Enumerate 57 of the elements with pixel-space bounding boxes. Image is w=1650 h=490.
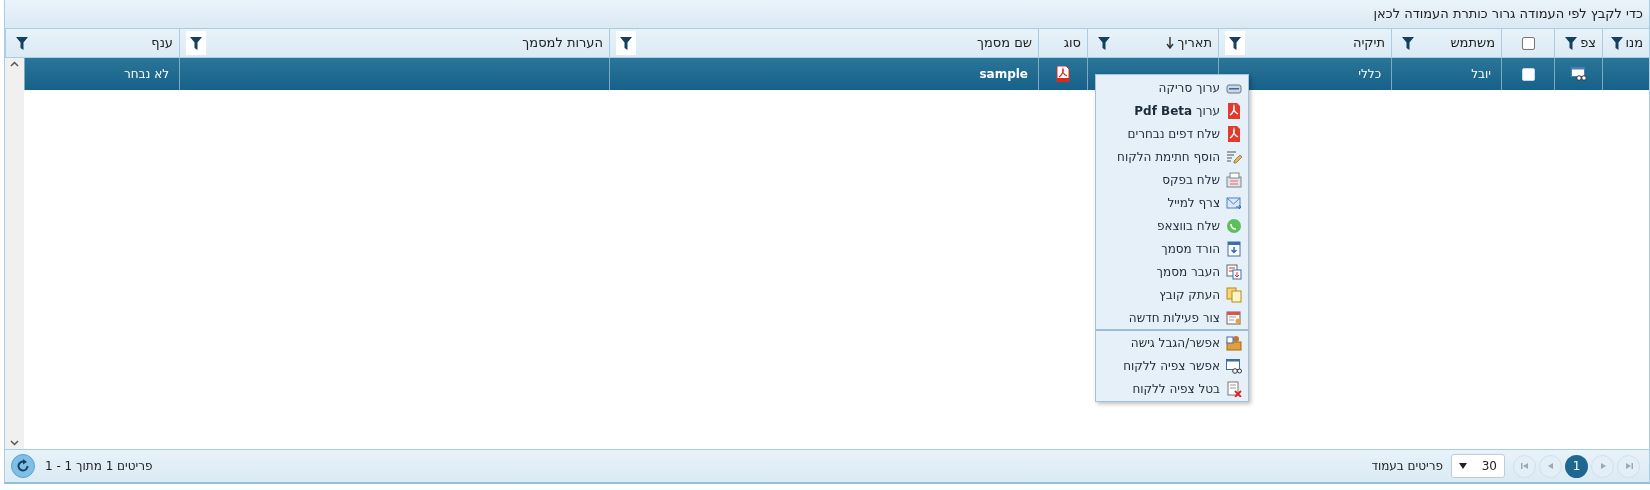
- column-header[interactable]: צפ: [1580, 33, 1596, 53]
- column-header[interactable]: תיקיה: [1352, 33, 1385, 53]
- first-page-icon: [1519, 461, 1530, 471]
- table-cell-text: לא נבחר: [124, 66, 169, 83]
- last-page-icon: [1623, 461, 1634, 471]
- refresh-icon: [16, 459, 30, 473]
- refresh-button[interactable]: [11, 454, 35, 478]
- preview-icon: [1226, 357, 1242, 374]
- page-size-label: פריטים בעמוד: [1371, 458, 1443, 475]
- menu-item[interactable]: צרף למייל: [1096, 191, 1248, 214]
- copy-icon: [1226, 286, 1242, 303]
- checkbox[interactable]: [1521, 36, 1535, 50]
- page-button[interactable]: 1: [1565, 454, 1588, 478]
- pdf-icon: [1226, 102, 1242, 119]
- page-size-dropdown[interactable]: 30: [1451, 454, 1505, 478]
- table-cell-text: כללי: [1358, 66, 1381, 83]
- preview-icon[interactable]: [1570, 67, 1587, 81]
- documents-icon: [1226, 263, 1242, 280]
- table-cell-text: sample: [979, 66, 1028, 83]
- calendar-icon: [1226, 309, 1242, 326]
- column-header[interactable]: שם מסמך: [976, 33, 1032, 53]
- filter-icon[interactable]: [616, 31, 636, 55]
- column-header[interactable]: הערות למסמך: [522, 33, 603, 53]
- menu-item[interactable]: העבר מסמך: [1096, 260, 1248, 283]
- filter-icon[interactable]: [1225, 31, 1245, 55]
- chat-icon: [1226, 217, 1242, 234]
- column-header[interactable]: ענף: [151, 33, 173, 53]
- menu-item[interactable]: אפשר צפיה ללקוח: [1096, 354, 1248, 377]
- fax-icon: [1226, 171, 1242, 188]
- scroll-down-icon[interactable]: [10, 440, 19, 446]
- table-cell-text: יובל: [1471, 66, 1491, 83]
- mail-icon: [1226, 194, 1242, 211]
- pdf-icon: [1226, 125, 1242, 142]
- scroll-up-icon[interactable]: [10, 61, 19, 67]
- menu-item[interactable]: שלח בפקס: [1096, 168, 1248, 191]
- column-header[interactable]: מנו: [1625, 33, 1643, 53]
- menu-item[interactable]: הורד מסמך: [1096, 237, 1248, 260]
- menu-item[interactable]: שלח דפים נבחרים: [1096, 122, 1248, 145]
- pen-icon: [1226, 148, 1242, 165]
- menu-item[interactable]: העתק קובץ: [1096, 283, 1248, 306]
- filter-icon[interactable]: [186, 31, 206, 55]
- menu-item[interactable]: צור פעילות חדשה: [1096, 306, 1248, 329]
- group-by-hint: כדי לקבץ לפי העמודה גרור כותרת העמודה לכאן: [1373, 5, 1643, 24]
- items-summary: פריטים 1 מתוך 1 - 1: [45, 458, 153, 475]
- column-header[interactable]: סוג: [1063, 33, 1081, 53]
- menu-item[interactable]: הוסף חתימת הלקוח: [1096, 145, 1248, 168]
- menu-item[interactable]: בטל צפיה ללקוח: [1096, 377, 1248, 400]
- column-header[interactable]: תאריך: [1177, 33, 1212, 53]
- column-header[interactable]: משתמש: [1450, 33, 1495, 53]
- download-icon: [1226, 240, 1242, 257]
- caret-icon: [1459, 463, 1467, 469]
- person-icon: [1226, 334, 1242, 351]
- pdf-icon: [1056, 66, 1070, 82]
- menu-item[interactable]: שלח בווצאפ: [1096, 214, 1248, 237]
- scrollbar[interactable]: [5, 58, 24, 449]
- cancel-document-icon: [1226, 380, 1242, 397]
- menu-item[interactable]: אפשר/הגבל גישה: [1096, 329, 1248, 354]
